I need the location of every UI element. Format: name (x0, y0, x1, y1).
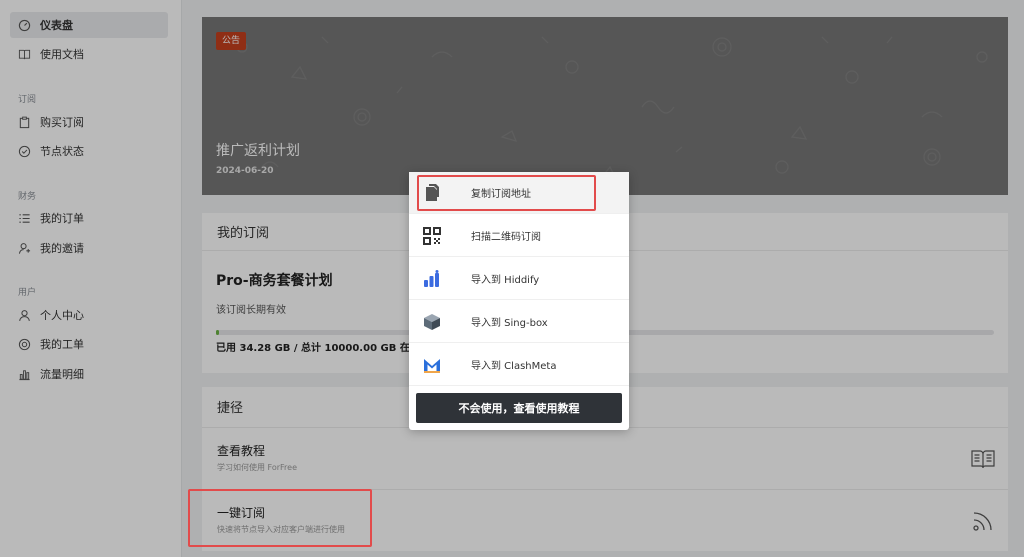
subscribe-menu: 复制订阅地址 扫描二维码订阅 导入到 Hiddify 导入到 Sing-box … (409, 172, 629, 430)
view-tutorial-button[interactable]: 不会使用，查看使用教程 (416, 393, 622, 423)
sing-box-icon (422, 312, 442, 332)
clashmeta-icon (422, 355, 442, 375)
menu-item-import-sing-box[interactable]: 导入到 Sing-box (409, 301, 629, 343)
menu-item-copy-subscription[interactable]: 复制订阅地址 (409, 172, 629, 214)
copy-icon (422, 183, 442, 203)
menu-item-label: 导入到 Sing-box (471, 318, 548, 329)
qr-code-icon (422, 226, 442, 246)
menu-item-import-hiddify[interactable]: 导入到 Hiddify (409, 258, 629, 300)
menu-item-import-clashmeta[interactable]: 导入到 ClashMeta (409, 344, 629, 386)
hiddify-icon (422, 269, 442, 289)
menu-item-label: 导入到 ClashMeta (471, 361, 557, 372)
menu-item-label: 扫描二维码订阅 (471, 232, 541, 243)
menu-item-label: 导入到 Hiddify (471, 275, 540, 286)
menu-item-label: 复制订阅地址 (471, 189, 531, 200)
menu-item-scan-qr[interactable]: 扫描二维码订阅 (409, 215, 629, 257)
